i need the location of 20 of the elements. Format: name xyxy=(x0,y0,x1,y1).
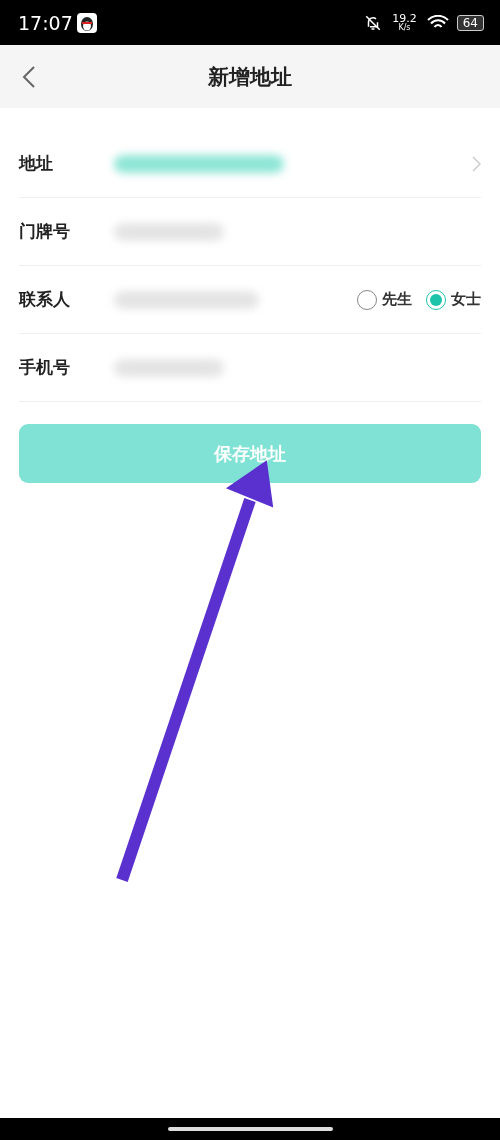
status-time: 17:07 xyxy=(18,11,73,34)
penguin-icon xyxy=(76,12,97,33)
chevron-right-icon[interactable] xyxy=(472,155,481,172)
blurred-address[interactable] xyxy=(114,154,284,173)
field-label: 地址 xyxy=(19,152,54,175)
field-label: 手机号 xyxy=(19,356,71,379)
page-title: 新增地址 xyxy=(208,63,292,91)
bell-off-icon xyxy=(364,13,383,32)
home-indicator[interactable] xyxy=(167,1127,333,1131)
back-icon[interactable] xyxy=(22,65,36,89)
network-speed: 19.2 xyxy=(392,13,417,24)
field-label: 联系人 xyxy=(19,288,71,311)
gender-radio[interactable]: 女士 xyxy=(426,289,481,310)
field-label: 门牌号 xyxy=(19,220,71,243)
blurred-value[interactable] xyxy=(114,358,224,377)
gender-radio[interactable]: 先生 xyxy=(357,289,412,310)
speed-unit: K/s xyxy=(398,24,411,32)
blurred-value[interactable] xyxy=(114,290,259,309)
blurred-value[interactable] xyxy=(114,222,224,241)
battery-level: 64 xyxy=(456,14,484,31)
